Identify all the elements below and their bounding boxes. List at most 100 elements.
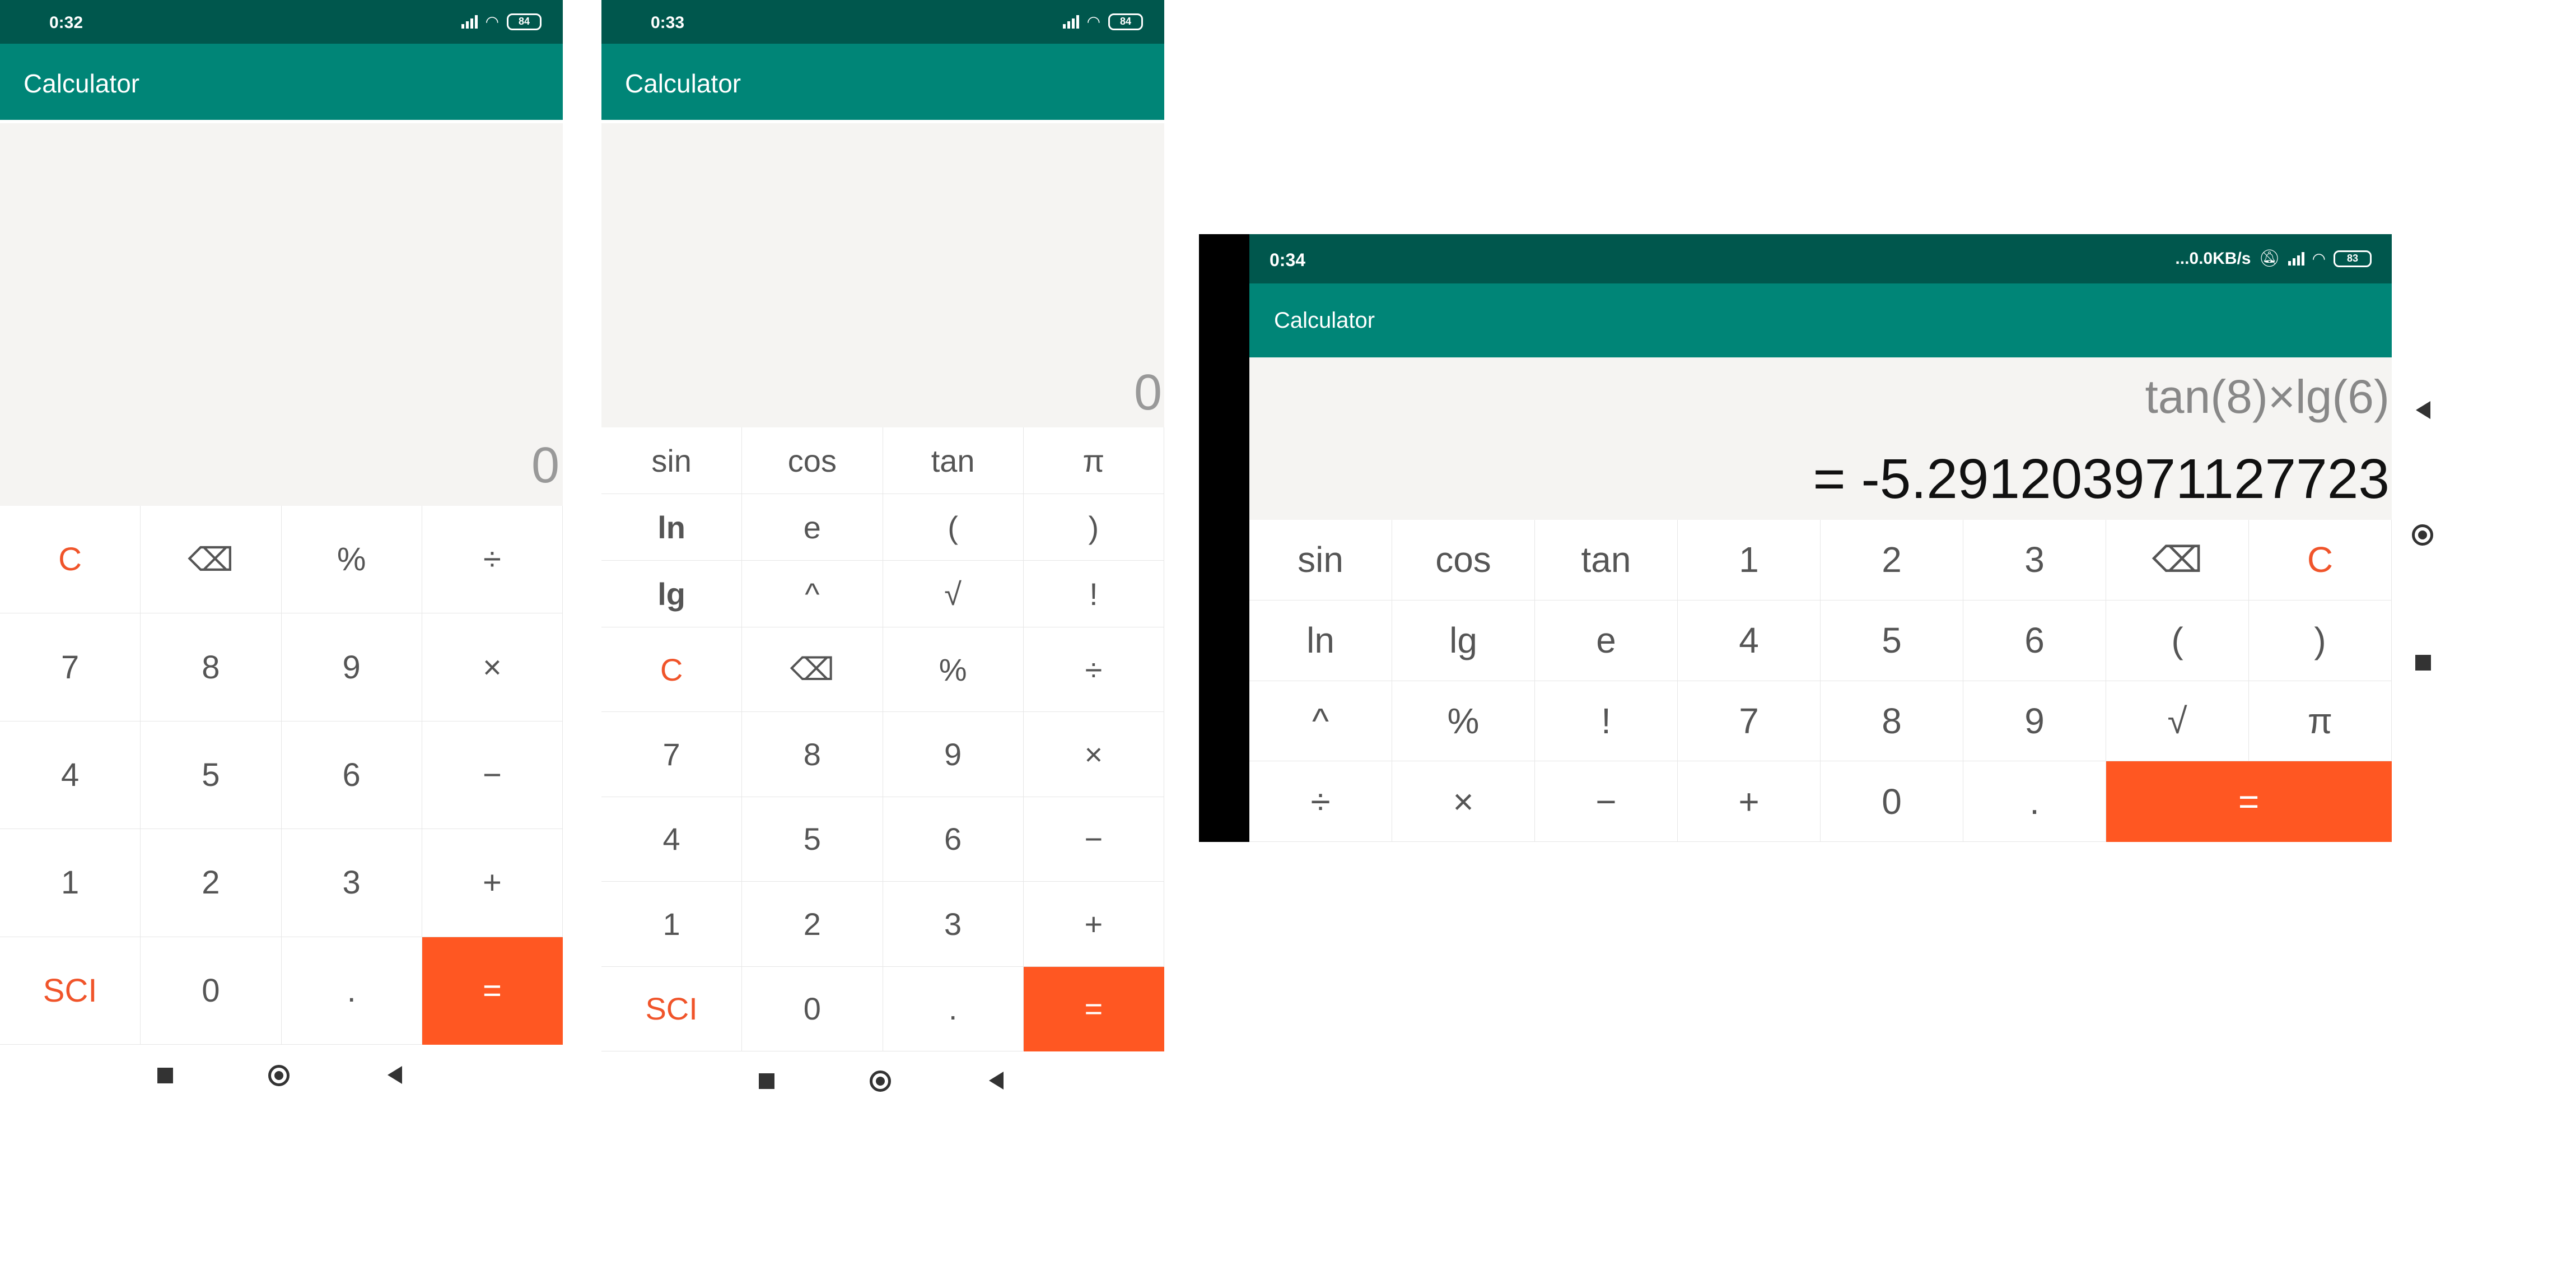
divide-key[interactable]: ÷: [1023, 627, 1164, 713]
equals-key[interactable]: =: [422, 937, 563, 1045]
1-key[interactable]: 1: [0, 829, 141, 937]
power-key[interactable]: ^: [1249, 681, 1392, 762]
factorial-key[interactable]: !: [1023, 561, 1164, 627]
display-area: 0: [601, 123, 1164, 427]
4-key[interactable]: 4: [0, 721, 141, 830]
status-bar: 0:34 ...0.0KB/s 🔕︎ ◠ 83: [1249, 234, 2392, 283]
lg-key[interactable]: lg: [601, 561, 743, 627]
4-key[interactable]: 4: [601, 797, 743, 882]
multiply-key[interactable]: ×: [1023, 712, 1164, 797]
plus-key[interactable]: +: [1678, 761, 1821, 842]
percent-key[interactable]: %: [883, 627, 1024, 713]
tan-key[interactable]: tan: [1535, 520, 1678, 601]
divide-key[interactable]: ÷: [1249, 761, 1392, 842]
clear-key[interactable]: C: [2249, 520, 2392, 601]
ln-key[interactable]: ln: [601, 494, 743, 561]
e-key[interactable]: e: [1535, 600, 1678, 681]
sqrt-key[interactable]: √: [2106, 681, 2249, 762]
5-key[interactable]: 5: [1821, 600, 1963, 681]
scientific-toggle-key[interactable]: SCI: [0, 937, 141, 1045]
8-key[interactable]: 8: [141, 613, 282, 722]
display-area: 0: [0, 123, 563, 506]
9-key[interactable]: 9: [1963, 681, 2106, 762]
signal-icon: [461, 15, 478, 29]
open-paren-key[interactable]: (: [2106, 600, 2249, 681]
equals-key[interactable]: =: [1023, 966, 1164, 1051]
sqrt-key[interactable]: √: [883, 561, 1024, 627]
open-paren-key[interactable]: (: [883, 494, 1024, 561]
multiply-key[interactable]: ×: [422, 613, 563, 722]
nav-back-button[interactable]: [386, 1065, 403, 1085]
5-key[interactable]: 5: [141, 721, 282, 830]
3-key[interactable]: 3: [883, 882, 1024, 967]
lg-key[interactable]: lg: [1392, 600, 1535, 681]
1-key[interactable]: 1: [601, 882, 743, 967]
nav-back-button[interactable]: [2415, 401, 2432, 420]
minus-key[interactable]: −: [1023, 797, 1164, 882]
status-icons: ...0.0KB/s 🔕︎ ◠ 83: [2175, 249, 2372, 268]
7-key[interactable]: 7: [0, 613, 141, 722]
plus-key[interactable]: +: [1023, 882, 1164, 967]
close-paren-key[interactable]: ): [1023, 494, 1164, 561]
clear-key[interactable]: C: [0, 506, 141, 614]
sin-key[interactable]: sin: [1249, 520, 1392, 601]
ln-key[interactable]: ln: [1249, 600, 1392, 681]
backspace-key[interactable]: ⌫: [2106, 520, 2249, 601]
decimal-key[interactable]: .: [281, 937, 422, 1045]
8-key[interactable]: 8: [742, 712, 883, 797]
nav-home-button[interactable]: [869, 1070, 892, 1092]
5-key[interactable]: 5: [742, 797, 883, 882]
multiply-key[interactable]: ×: [1392, 761, 1535, 842]
power-key[interactable]: ^: [742, 561, 883, 627]
nav-back-button[interactable]: [988, 1071, 1005, 1090]
3-key[interactable]: 3: [1963, 520, 2106, 601]
0-key[interactable]: 0: [742, 966, 883, 1051]
6-key[interactable]: 6: [883, 797, 1024, 882]
pi-key[interactable]: π: [2249, 681, 2392, 762]
backspace-key[interactable]: ⌫: [742, 627, 883, 713]
divide-key[interactable]: ÷: [422, 506, 563, 614]
cos-key[interactable]: cos: [742, 427, 883, 494]
7-key[interactable]: 7: [1678, 681, 1821, 762]
landscape-notch-bar: [1199, 234, 1249, 842]
expression-display: tan(8)×lg(6): [2145, 370, 2390, 423]
7-key[interactable]: 7: [601, 712, 743, 797]
percent-key[interactable]: %: [281, 506, 422, 614]
2-key[interactable]: 2: [1821, 520, 1963, 601]
cos-key[interactable]: cos: [1392, 520, 1535, 601]
nav-recents-button[interactable]: [2415, 654, 2432, 671]
minus-key[interactable]: −: [422, 721, 563, 830]
8-key[interactable]: 8: [1821, 681, 1963, 762]
tan-key[interactable]: tan: [883, 427, 1024, 494]
e-key[interactable]: e: [742, 494, 883, 561]
sin-key[interactable]: sin: [601, 427, 743, 494]
backspace-key[interactable]: ⌫: [141, 506, 282, 614]
factorial-key[interactable]: !: [1535, 681, 1678, 762]
equals-key[interactable]: =: [2106, 761, 2392, 842]
close-paren-key[interactable]: ): [2249, 600, 2392, 681]
decimal-key[interactable]: .: [883, 966, 1024, 1051]
9-key[interactable]: 9: [883, 712, 1024, 797]
clear-key[interactable]: C: [601, 627, 743, 713]
nav-home-button[interactable]: [268, 1064, 290, 1087]
plus-key[interactable]: +: [422, 829, 563, 937]
nav-home-button[interactable]: [2411, 524, 2434, 546]
4-key[interactable]: 4: [1678, 600, 1821, 681]
2-key[interactable]: 2: [141, 829, 282, 937]
6-key[interactable]: 6: [1963, 600, 2106, 681]
scientific-toggle-key[interactable]: SCI: [601, 966, 743, 1051]
1-key[interactable]: 1: [1678, 520, 1821, 601]
minus-key[interactable]: −: [1535, 761, 1678, 842]
2-key[interactable]: 2: [742, 882, 883, 967]
6-key[interactable]: 6: [281, 721, 422, 830]
pi-key[interactable]: π: [1023, 427, 1164, 494]
3-key[interactable]: 3: [281, 829, 422, 937]
nav-recents-button[interactable]: [157, 1067, 174, 1084]
percent-key[interactable]: %: [1392, 681, 1535, 762]
0-key[interactable]: 0: [141, 937, 282, 1045]
decimal-key[interactable]: .: [1963, 761, 2106, 842]
9-key[interactable]: 9: [281, 613, 422, 722]
app-title: Calculator: [625, 69, 741, 98]
nav-recents-button[interactable]: [758, 1073, 775, 1090]
0-key[interactable]: 0: [1821, 761, 1963, 842]
